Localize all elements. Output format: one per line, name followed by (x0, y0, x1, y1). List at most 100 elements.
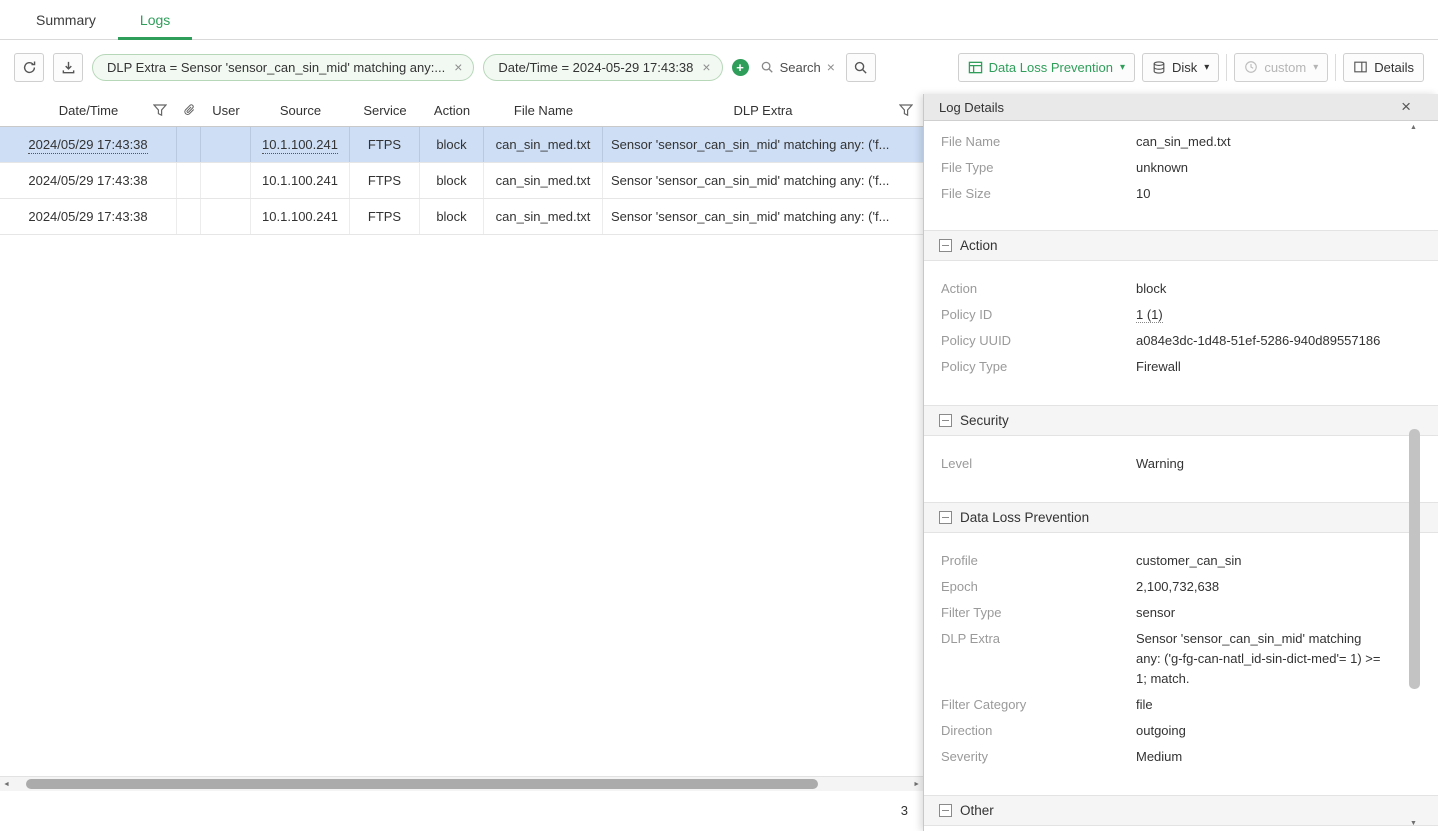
log-row[interactable]: 2024/05/29 17:43:38 10.1.100.241 FTPS bl… (0, 199, 923, 235)
detail-row: Epoch 2,100,732,638 (924, 574, 1438, 600)
vertical-scrollbar-thumb[interactable] (1409, 429, 1420, 689)
scroll-up-icon[interactable]: ▲ (1410, 124, 1417, 131)
search-input[interactable]: Search × (758, 60, 837, 75)
detail-row: Direction outgoing (924, 718, 1438, 744)
log-row[interactable]: 2024/05/29 17:43:38 10.1.100.241 FTPS bl… (0, 127, 923, 163)
filter-funnel-icon[interactable] (899, 104, 913, 117)
filter-funnel-icon[interactable] (153, 104, 167, 117)
details-toggle-button[interactable]: Details (1343, 53, 1424, 82)
scroll-down-icon[interactable]: ▼ (1410, 820, 1417, 827)
column-label: Action (434, 103, 470, 118)
section-header-other[interactable]: Other (924, 795, 1438, 826)
tab-logs[interactable]: Logs (118, 0, 192, 39)
column-header-dlp-extra[interactable]: DLP Extra (603, 94, 923, 126)
log-row[interactable]: 2024/05/29 17:43:38 10.1.100.241 FTPS bl… (0, 163, 923, 199)
scroll-left-icon[interactable]: ◄ (3, 781, 10, 788)
collapse-icon[interactable] (939, 804, 952, 817)
cell-service: FTPS (350, 127, 420, 162)
field-value: Warning (1136, 454, 1386, 474)
datetime-drilldown-link[interactable]: 2024/05/29 17:43:38 (28, 136, 147, 154)
field-group: Level Warning (924, 436, 1438, 502)
cell-source: 10.1.100.241 (251, 199, 350, 234)
field-label: DLP Extra (924, 629, 1136, 689)
detail-row: Filter Category file (924, 692, 1438, 718)
field-label: Filter Category (924, 695, 1136, 715)
detail-row: Profile customer_can_sin (924, 548, 1438, 574)
detail-row: File Name can_sin_med.txt (924, 129, 1438, 155)
column-header-datetime[interactable]: Date/Time (0, 94, 177, 126)
field-label: File Type (924, 158, 1136, 178)
close-icon[interactable]: × (1401, 97, 1411, 117)
section-header-security[interactable]: Security (924, 405, 1438, 436)
field-label: Action (924, 279, 1136, 299)
search-placeholder: Search (780, 60, 821, 75)
scroll-right-icon[interactable]: ► (913, 781, 920, 788)
field-value: can_sin_med.txt (1136, 132, 1386, 152)
column-header-source[interactable]: Source (251, 94, 350, 126)
cell-datetime: 2024/05/29 17:43:38 (0, 127, 177, 162)
filter-pill-label: DLP Extra = Sensor 'sensor_can_sin_mid' … (107, 60, 445, 75)
policy-id-link[interactable]: 1 (1) (1136, 307, 1163, 323)
download-button[interactable] (53, 53, 83, 82)
filter-pill-datetime[interactable]: Date/Time = 2024-05-29 17:43:38 × (483, 54, 722, 81)
field-label: Severity (924, 747, 1136, 767)
section-header-action[interactable]: Action (924, 230, 1438, 261)
field-label: Policy UUID (924, 331, 1136, 351)
log-table-icon (968, 60, 983, 75)
section-title: Data Loss Prevention (960, 510, 1089, 525)
remove-filter-icon[interactable]: × (454, 60, 462, 74)
log-storage-label: Disk (1172, 60, 1197, 75)
column-header-user[interactable]: User (201, 94, 251, 126)
log-table: Date/Time User Source Service Action (0, 94, 923, 831)
collapse-icon[interactable] (939, 239, 952, 252)
cell-dlp-extra: Sensor 'sensor_can_sin_mid' matching any… (603, 199, 923, 234)
tab-logs-label: Logs (140, 12, 170, 28)
log-storage-dropdown[interactable]: Disk ▾ (1142, 53, 1219, 82)
cell-datetime: 2024/05/29 17:43:38 (0, 163, 177, 198)
log-type-label: Data Loss Prevention (989, 60, 1113, 75)
cell-user (201, 127, 251, 162)
collapse-icon[interactable] (939, 414, 952, 427)
section-header-dlp[interactable]: Data Loss Prevention (924, 502, 1438, 533)
log-details-body: File Name can_sin_med.txt File Type unkn… (924, 121, 1438, 831)
column-header-file-name[interactable]: File Name (484, 94, 603, 126)
cell-dlp-extra: Sensor 'sensor_can_sin_mid' matching any… (603, 163, 923, 198)
column-label: Source (280, 103, 321, 118)
remove-filter-icon[interactable]: × (702, 60, 710, 74)
table-header-row: Date/Time User Source Service Action (0, 94, 923, 127)
horizontal-scrollbar[interactable]: ◄ ► (0, 776, 923, 791)
cell-attachment (177, 163, 201, 198)
time-range-label: custom (1264, 60, 1306, 75)
table-empty-space (0, 235, 923, 776)
plus-icon: + (736, 60, 744, 75)
column-label: Date/Time (59, 103, 118, 118)
column-header-attachment[interactable] (177, 94, 201, 126)
detail-row: Level Warning (924, 451, 1438, 477)
detail-row: Severity Medium (924, 744, 1438, 770)
tab-summary[interactable]: Summary (14, 0, 118, 39)
time-range-dropdown[interactable]: custom ▾ (1234, 53, 1328, 82)
column-header-action[interactable]: Action (420, 94, 484, 126)
horizontal-scrollbar-thumb[interactable] (26, 779, 818, 789)
column-header-service[interactable]: Service (350, 94, 420, 126)
cell-file-name: can_sin_med.txt (484, 127, 603, 162)
clear-search-icon[interactable]: × (827, 60, 835, 74)
search-button[interactable] (846, 53, 876, 82)
collapse-icon[interactable] (939, 511, 952, 524)
clock-icon (1244, 60, 1258, 74)
field-value: block (1136, 279, 1386, 299)
vertical-scrollbar[interactable]: ▲ ▼ (1408, 124, 1421, 827)
detail-row: Policy UUID a084e3dc-1d48-51ef-5286-940d… (924, 328, 1438, 354)
field-label: Epoch (924, 577, 1136, 597)
toolbar-right-group: Data Loss Prevention ▾ Disk ▾ custom ▾ D… (958, 53, 1424, 82)
field-label: Profile (924, 551, 1136, 571)
refresh-button[interactable] (14, 53, 44, 82)
field-value: 1 (1) (1136, 305, 1386, 325)
section-title: Security (960, 413, 1009, 428)
log-type-dropdown[interactable]: Data Loss Prevention ▾ (958, 53, 1135, 82)
cell-service: FTPS (350, 163, 420, 198)
source-drilldown-link[interactable]: 10.1.100.241 (262, 136, 338, 154)
cell-datetime: 2024/05/29 17:43:38 (0, 199, 177, 234)
filter-pill-dlp-extra[interactable]: DLP Extra = Sensor 'sensor_can_sin_mid' … (92, 54, 474, 81)
add-filter-button[interactable]: + (732, 59, 749, 76)
